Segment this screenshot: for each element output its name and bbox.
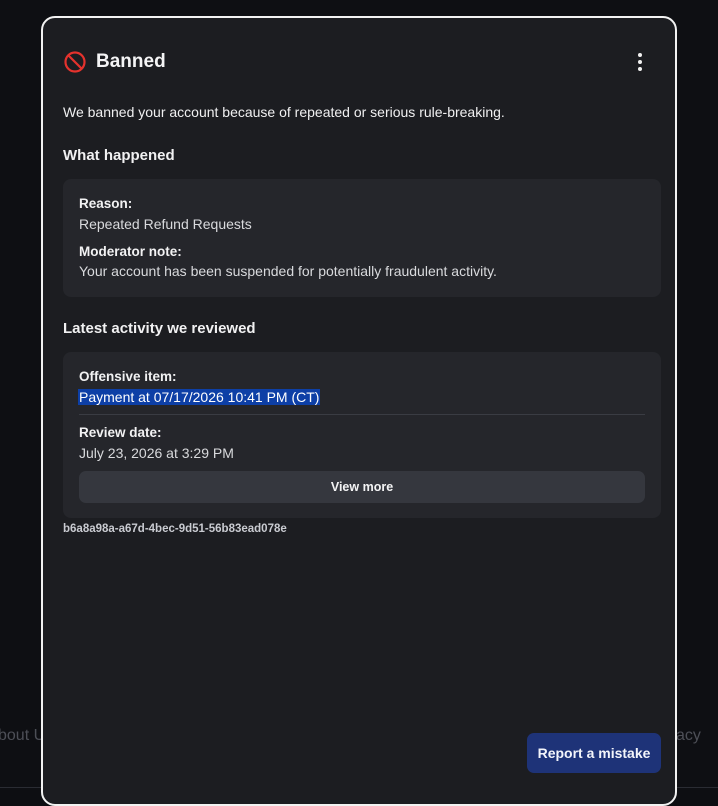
more-vertical-icon <box>638 53 642 71</box>
reason-value: Repeated Refund Requests <box>79 216 252 232</box>
review-date-value: July 23, 2026 at 3:29 PM <box>79 445 234 461</box>
modal-header: Banned <box>63 50 166 74</box>
background-footer-link-about: bout U <box>0 727 46 744</box>
card-divider <box>79 414 645 415</box>
what-happened-heading: What happened <box>63 147 175 164</box>
selected-text[interactable]: Payment at 07/17/2026 10:41 PM (CT) <box>78 389 321 405</box>
what-happened-card: Reason: Repeated Refund Requests Moderat… <box>63 179 661 297</box>
ban-description: We banned your account because of repeat… <box>63 104 505 120</box>
reference-id: b6a8a98a-a67d-4bec-9d51-56b83ead078e <box>63 523 287 535</box>
more-options-button[interactable] <box>633 51 647 73</box>
moderator-note-value: Your account has been suspended for pote… <box>79 263 497 279</box>
ban-modal: Banned We banned your account because of… <box>41 16 677 806</box>
reason-label: Reason: <box>79 196 133 211</box>
background-footer-link-privacy: acy <box>676 727 701 744</box>
ban-icon <box>63 50 87 74</box>
offensive-item-value[interactable]: Payment at 07/17/2026 10:41 PM (CT) <box>78 389 321 405</box>
report-mistake-button[interactable]: Report a mistake <box>527 733 661 773</box>
latest-activity-heading: Latest activity we reviewed <box>63 320 256 337</box>
latest-activity-card: Offensive item: Payment at 07/17/2026 10… <box>63 352 661 518</box>
offensive-item-label: Offensive item: <box>79 369 177 384</box>
view-more-button[interactable]: View more <box>79 471 645 503</box>
review-date-label: Review date: <box>79 425 162 440</box>
modal-title: Banned <box>96 51 166 72</box>
moderator-note-label: Moderator note: <box>79 244 182 259</box>
